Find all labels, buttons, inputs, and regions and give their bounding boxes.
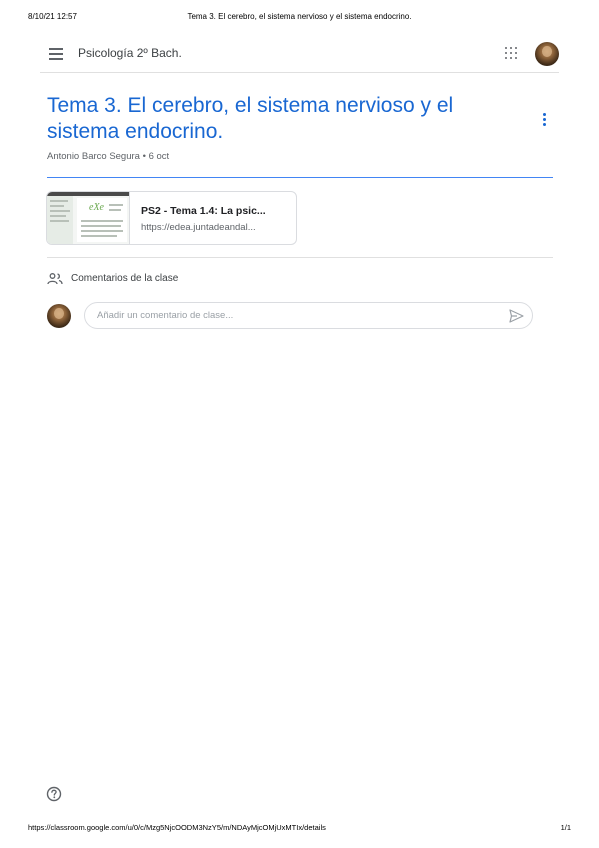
account-avatar[interactable]: [535, 42, 559, 66]
print-header: 8/10/21 12:57 Tema 3. El cerebro, el sis…: [28, 12, 571, 24]
hamburger-menu-icon[interactable]: [49, 48, 63, 60]
more-vert-icon[interactable]: [541, 113, 547, 129]
attachment-card[interactable]: eXe PS2 - Tema 1.4: La psic... https://e…: [46, 191, 297, 245]
meta-separator: •: [139, 151, 149, 162]
people-icon: [47, 273, 63, 285]
attachment-title: PS2 - Tema 1.4: La psic...: [141, 205, 266, 217]
commenter-avatar: [47, 304, 71, 328]
post-author: Antonio Barco Segura: [47, 151, 140, 162]
print-page-number: 1/1: [560, 823, 571, 832]
class-name-link[interactable]: Psicología 2º Bach.: [78, 46, 182, 60]
comment-placeholder: Añadir un comentario de clase...: [97, 310, 234, 321]
top-app-bar: Psicología 2º Bach.: [40, 38, 559, 73]
thumbnail-logo: eXe: [89, 202, 104, 213]
print-url: https://classroom.google.com/u/0/c/Mzg5N…: [28, 823, 326, 832]
attachment-thumbnail: eXe: [47, 192, 130, 244]
class-comment-input[interactable]: Añadir un comentario de clase...: [84, 302, 533, 329]
print-footer: https://classroom.google.com/u/0/c/Mzg5N…: [28, 823, 571, 835]
google-apps-icon[interactable]: [505, 47, 517, 59]
print-doc-title: Tema 3. El cerebro, el sistema nervioso …: [187, 12, 412, 21]
class-comments-label: Comentarios de la clase: [71, 273, 179, 284]
help-circle-icon[interactable]: [46, 786, 62, 802]
send-icon[interactable]: [509, 309, 524, 323]
section-divider: [47, 257, 553, 258]
post-title: Tema 3. El cerebro, el sistema nervioso …: [47, 94, 454, 143]
post-meta: Antonio Barco Segura • 6 oct: [47, 151, 169, 162]
title-divider: [47, 177, 553, 178]
post-date: 6 oct: [148, 151, 170, 162]
attachment-url: https://edea.juntadeandal...: [141, 222, 256, 233]
